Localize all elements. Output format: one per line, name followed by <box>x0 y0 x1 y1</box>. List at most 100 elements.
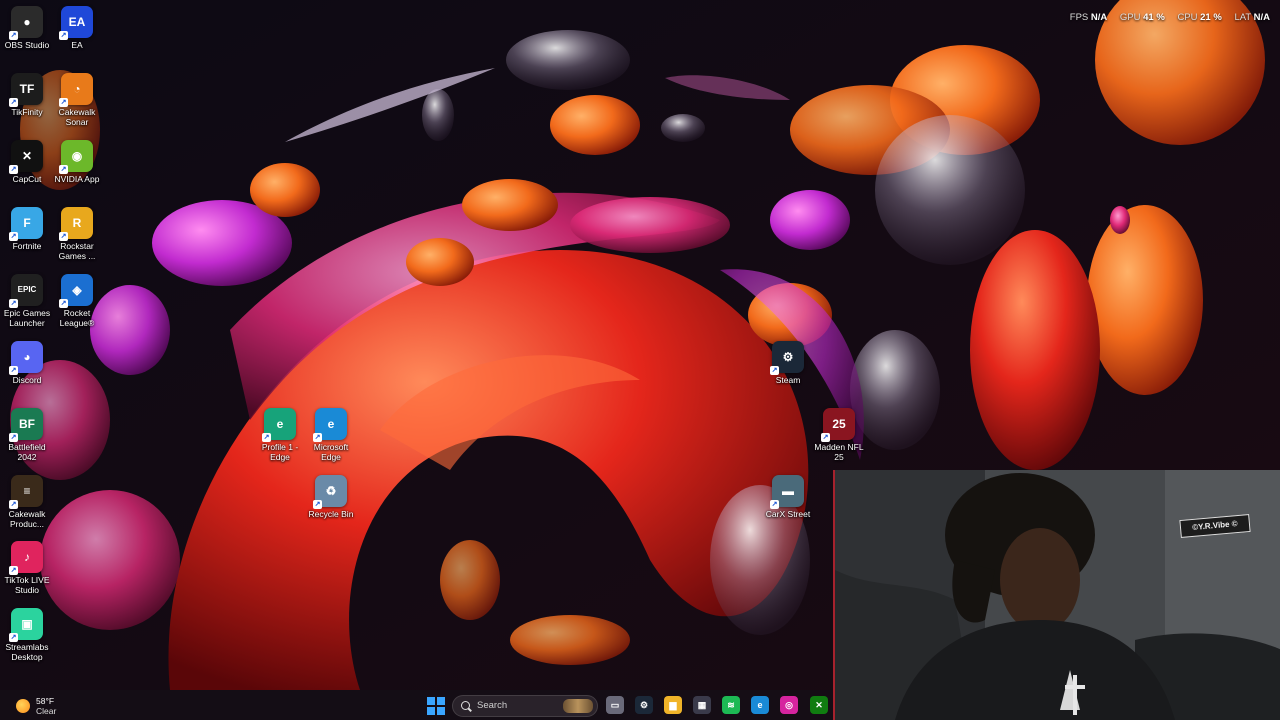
shortcut-arrow-icon: ↗ <box>9 566 18 575</box>
desktop-shortcut[interactable]: ♻ ↗ Recycle Bin <box>306 475 356 519</box>
desktop-shortcut[interactable]: ✕ ↗ CapCut <box>2 140 52 184</box>
fps-value: N/A <box>1090 12 1108 23</box>
desktop-shortcut-label: TikTok LIVE Studio <box>4 575 50 595</box>
desktop-shortcut[interactable]: ⚙ ↗ Steam <box>763 341 813 385</box>
rocket-league-icon: ◈ ↗ <box>59 274 93 308</box>
cpu-value: 21 % <box>1200 12 1222 23</box>
desktop-shortcut[interactable]: ● ↗ OBS Studio <box>2 6 52 50</box>
weather-sun-icon <box>16 699 30 713</box>
desktop-shortcut[interactable]: ◉ ↗ NVIDIA App <box>52 140 102 184</box>
shortcut-arrow-icon: ↗ <box>9 299 18 308</box>
webcam-person-image <box>835 470 1280 720</box>
shortcut-arrow-icon: ↗ <box>59 165 68 174</box>
performance-overlay: FPS N/A GPU 41 % CPU 21 % LAT N/A <box>1070 12 1270 23</box>
desktop-shortcut-label: TikFinity <box>11 107 43 117</box>
desktop-shortcut-label: Madden NFL 25 <box>814 442 864 462</box>
discord-icon: ◕ ↗ <box>9 341 43 375</box>
cakewalk-sonar-icon: ◔ ↗ <box>59 73 93 107</box>
shortcut-arrow-icon: ↗ <box>9 500 18 509</box>
desktop-shortcut[interactable]: F ↗ Fortnite <box>2 207 52 251</box>
rockstar-games-icon: R ↗ <box>59 207 93 241</box>
shortcut-arrow-icon: ↗ <box>770 500 779 509</box>
desktop-shortcut[interactable]: R ↗ Rockstar Games ... <box>52 207 102 261</box>
shortcut-arrow-icon: ↗ <box>9 366 18 375</box>
windows-logo-icon <box>427 707 435 715</box>
windows-logo-icon <box>437 697 445 705</box>
shortcut-arrow-icon: ↗ <box>821 433 830 442</box>
cpu-label: CPU <box>1177 12 1198 23</box>
shortcut-arrow-icon: ↗ <box>9 165 18 174</box>
tiktok-live-studio-icon: ♪ ↗ <box>9 541 43 575</box>
desktop-shortcut-label: Epic Games Launcher <box>3 308 51 328</box>
shortcut-arrow-icon: ↗ <box>313 500 322 509</box>
shortcut-arrow-icon: ↗ <box>770 366 779 375</box>
profile-1-edge-icon: e ↗ <box>262 408 296 442</box>
obs-studio-icon: ● ↗ <box>9 6 43 40</box>
start-button[interactable] <box>426 696 446 716</box>
desktop-shortcut-label: Rockstar Games ... <box>58 241 96 261</box>
desktop-shortcut-label: OBS Studio <box>4 40 50 50</box>
desktop-shortcut[interactable]: ▣ ↗ Streamlabs Desktop <box>2 608 52 662</box>
desktop-shortcut-label: Cakewalk Produc... <box>8 509 46 529</box>
gpu-label: GPU <box>1119 12 1141 23</box>
desktop-shortcut-label: Profile 1 - Edge <box>261 442 299 462</box>
shortcut-arrow-icon: ↗ <box>262 433 271 442</box>
desktop-shortcut-label: NVIDIA App <box>54 174 100 184</box>
desktop-shortcut[interactable]: ♪ ↗ TikTok LIVE Studio <box>2 541 52 595</box>
madden-nfl-25-icon: 25 ↗ <box>821 408 855 442</box>
desktop-shortcut-label: Cakewalk Sonar <box>58 107 96 127</box>
desktop-shortcut[interactable]: ◕ ↗ Discord <box>2 341 52 385</box>
shortcut-arrow-icon: ↗ <box>59 232 68 241</box>
desktop-shortcut-label: Recycle Bin <box>308 509 354 519</box>
carx-street-icon: ▬ ↗ <box>770 475 804 509</box>
weather-condition: Clear <box>36 706 57 716</box>
ea-icon: EA ↗ <box>59 6 93 40</box>
desktop-shortcut[interactable]: e ↗ Profile 1 - Edge <box>255 408 305 462</box>
fps-label: FPS <box>1069 12 1089 23</box>
desktop-shortcut[interactable]: EA ↗ EA <box>52 6 102 50</box>
desktop-shortcut-label: Battlefield 2042 <box>8 442 46 462</box>
gpu-value: 41 % <box>1143 12 1165 23</box>
desktop-shortcut-label: CapCut <box>12 174 42 184</box>
desktop-shortcut-label: Discord <box>12 375 42 385</box>
task-view-icon[interactable]: ▭ <box>606 696 624 714</box>
file-explorer-icon[interactable]: ▆ <box>664 696 682 714</box>
desktop-shortcut-label: Streamlabs Desktop <box>5 642 49 662</box>
desktop-shortcut[interactable]: EPIC ↗ Epic Games Launcher <box>2 274 52 328</box>
edge-taskbar-icon[interactable]: e <box>751 696 769 714</box>
desktop-shortcut[interactable]: BF ↗ Battlefield 2042 <box>2 408 52 462</box>
desktop-shortcut[interactable]: 25 ↗ Madden NFL 25 <box>814 408 864 462</box>
shortcut-arrow-icon: ↗ <box>59 98 68 107</box>
search-icon <box>461 701 470 710</box>
desktop-shortcut[interactable]: ◈ ↗ Rocket League® <box>52 274 102 328</box>
desktop-shortcut-label: Microsoft Edge <box>313 442 349 462</box>
shortcut-arrow-icon: ↗ <box>9 433 18 442</box>
search-placeholder: Search <box>477 700 508 711</box>
shortcut-arrow-icon: ↗ <box>9 232 18 241</box>
desktop-shortcut[interactable]: ▬ ↗ CarX Street <box>763 475 813 519</box>
desktop-shortcut[interactable]: TF ↗ TikFinity <box>2 73 52 117</box>
microsoft-edge-icon: e ↗ <box>313 408 347 442</box>
microsoft-store-icon[interactable]: ▦ <box>693 696 711 714</box>
cakewalk-product-icon: ≡ ↗ <box>9 475 43 509</box>
windows-logo-icon <box>437 707 445 715</box>
spotify-icon[interactable]: ≋ <box>722 696 740 714</box>
desktop-shortcut[interactable]: ≡ ↗ Cakewalk Produc... <box>2 475 52 529</box>
desktop-shortcut-label: Fortnite <box>12 241 42 251</box>
weather-temperature: 58°F <box>36 696 55 706</box>
shortcut-arrow-icon: ↗ <box>9 31 18 40</box>
desktop-shortcut-label: EA <box>71 40 83 50</box>
desktop-shortcut[interactable]: e ↗ Microsoft Edge <box>306 408 356 462</box>
instagram-icon[interactable]: ◎ <box>780 696 798 714</box>
steam-taskbar-icon[interactable]: ⚙ <box>635 696 653 714</box>
xbox-icon[interactable]: ✕ <box>810 696 828 714</box>
shortcut-arrow-icon: ↗ <box>59 299 68 308</box>
recycle-bin-icon: ♻ ↗ <box>313 475 347 509</box>
streamlabs-desktop-icon: ▣ ↗ <box>9 608 43 642</box>
fortnite-icon: F ↗ <box>9 207 43 241</box>
taskbar-search-box[interactable]: Search <box>452 695 598 717</box>
lat-label: LAT <box>1234 12 1251 23</box>
battlefield-icon: BF ↗ <box>9 408 43 442</box>
desktop-shortcut[interactable]: ◔ ↗ Cakewalk Sonar <box>52 73 102 127</box>
search-highlight-image <box>563 699 593 713</box>
